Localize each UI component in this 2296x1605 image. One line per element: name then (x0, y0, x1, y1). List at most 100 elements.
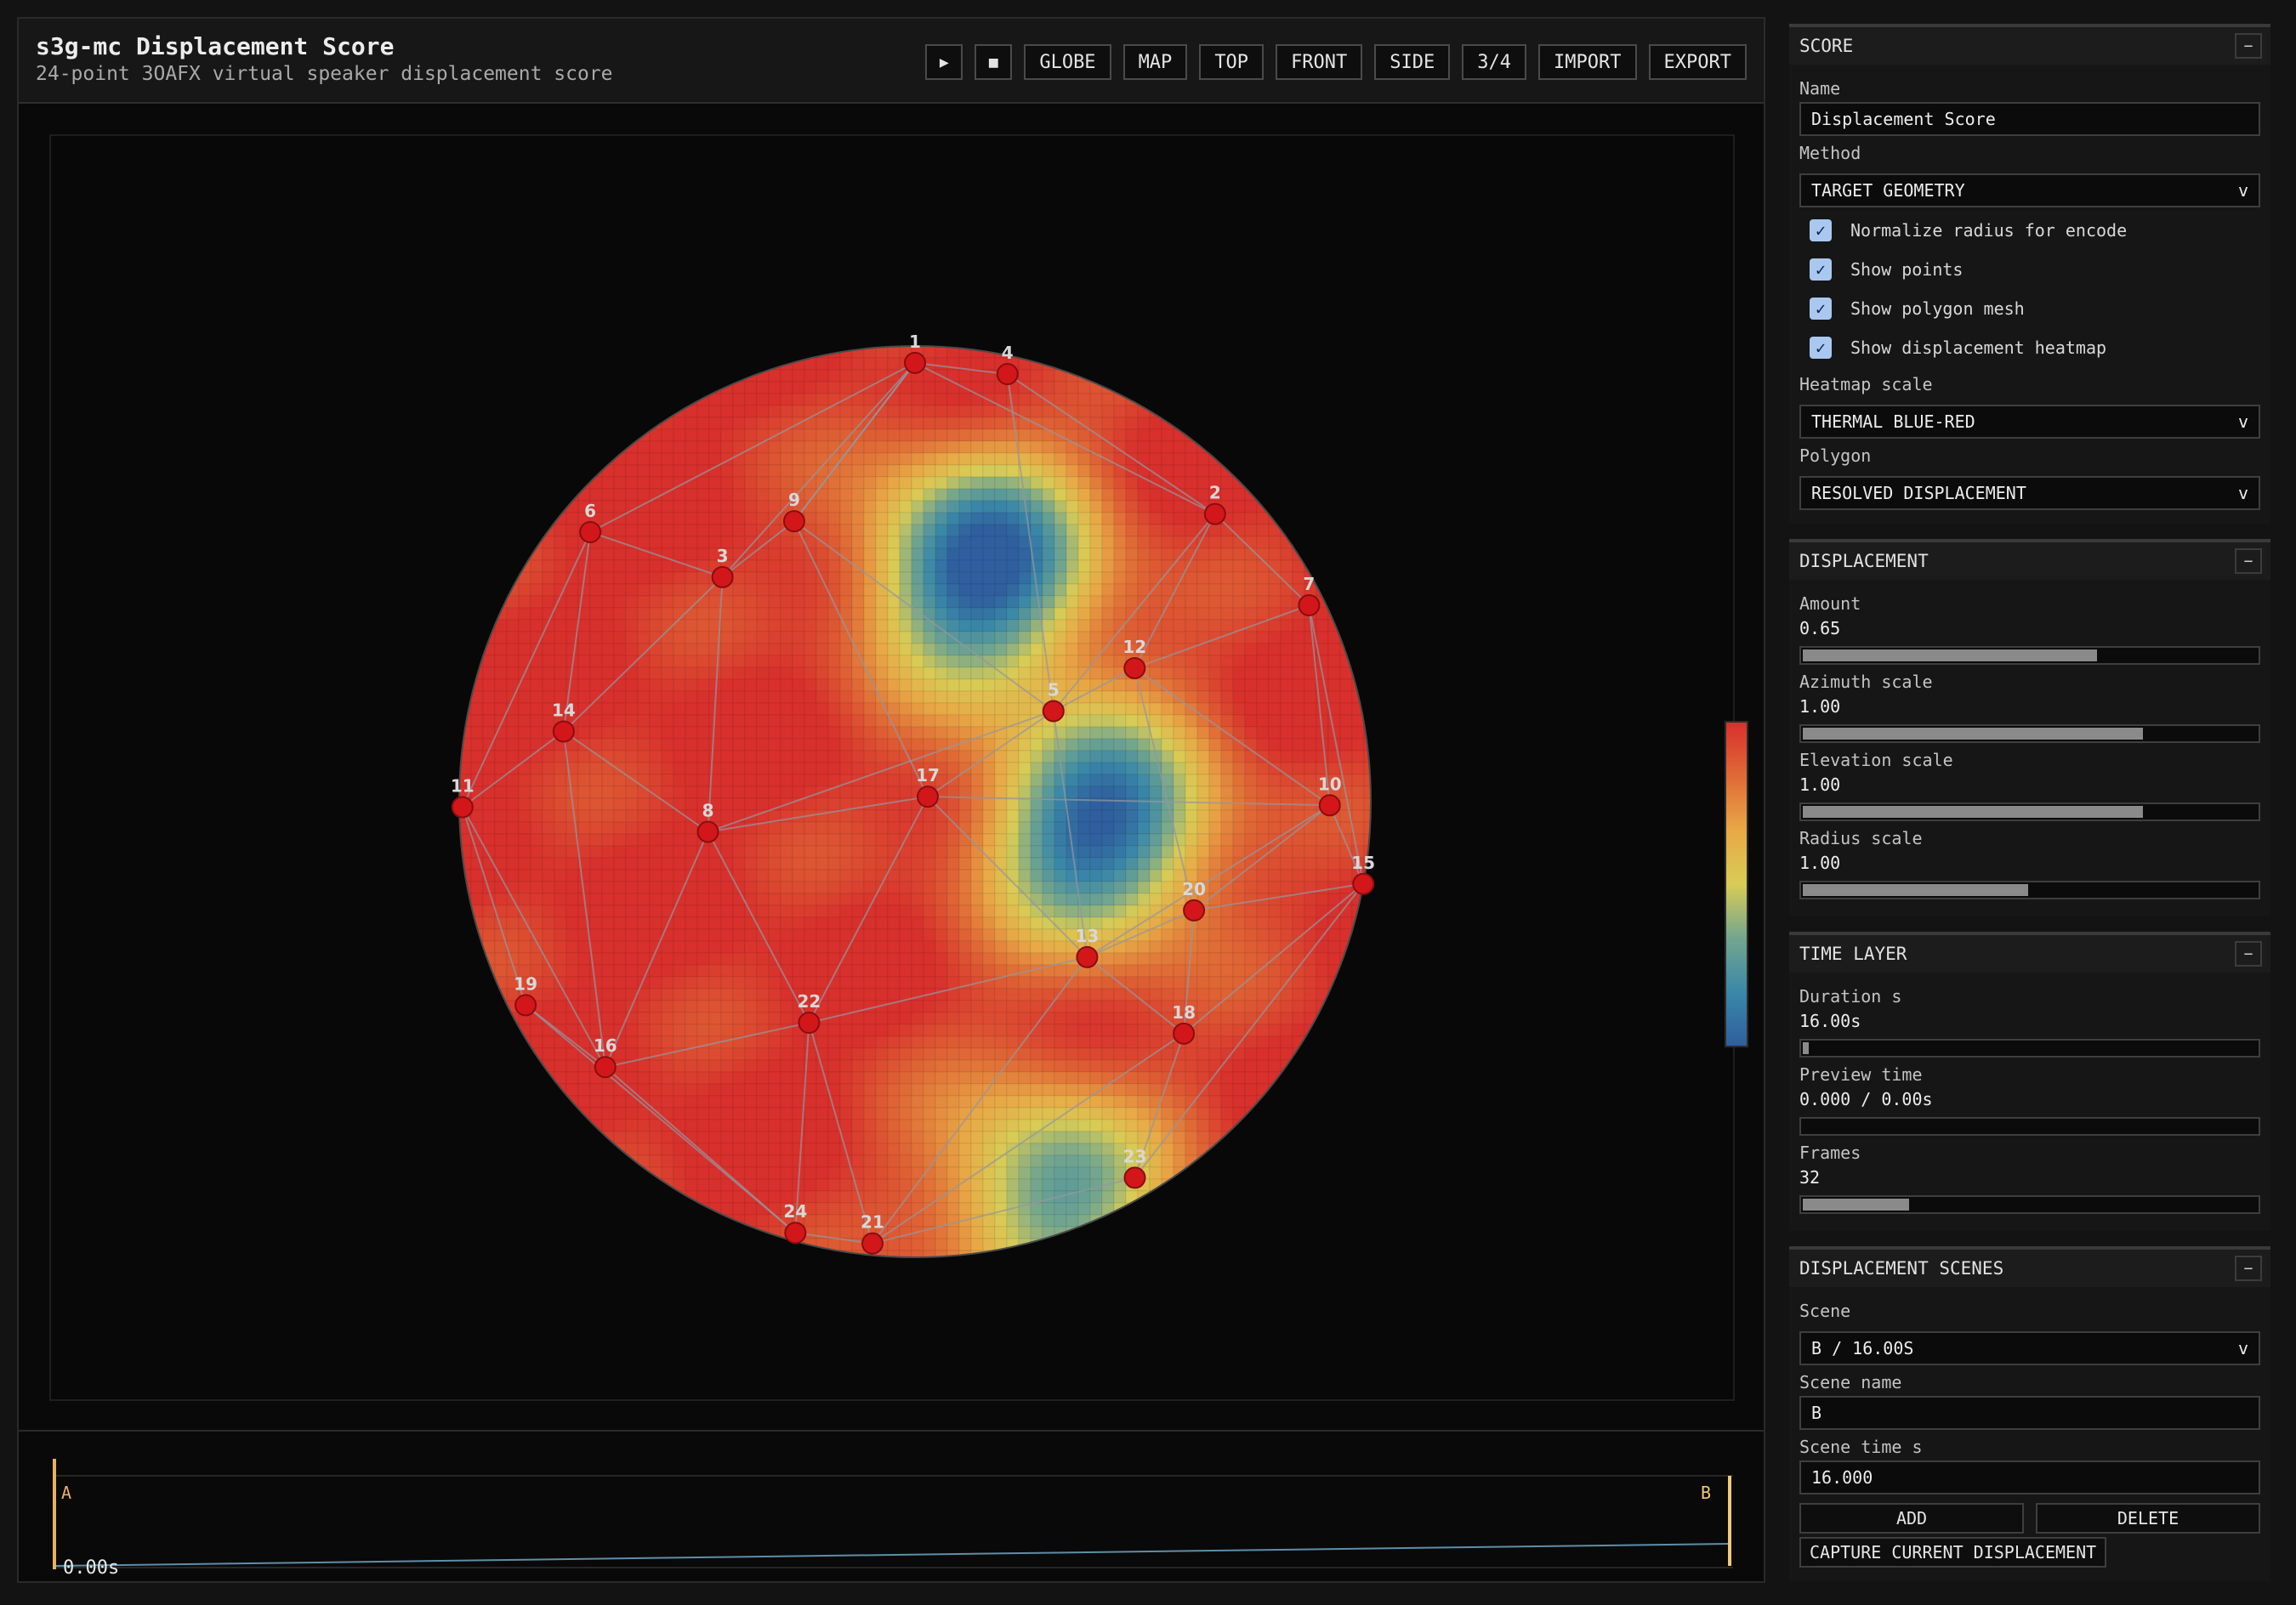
heatmap-cell (1089, 1035, 1103, 1049)
heatmap-cell (732, 619, 746, 632)
heatmap-cell (982, 869, 996, 882)
collapse-score-button[interactable]: − (2235, 33, 2262, 59)
heatmap-cell (744, 869, 758, 882)
speaker-point-8[interactable] (696, 820, 719, 843)
score-section-header[interactable]: SCORE − (1789, 27, 2270, 65)
view-top-button[interactable]: TOP (1199, 44, 1265, 80)
view-side-button[interactable]: SIDE (1374, 44, 1451, 80)
timeline-track[interactable] (53, 1457, 1733, 1569)
show-polygon-mesh-checkbox[interactable]: ✓ Show polygon mesh (1799, 289, 2260, 328)
view-front-button[interactable]: FRONT (1276, 44, 1363, 80)
heatmap-cell (482, 607, 496, 621)
heatmap-cell (923, 869, 936, 882)
speaker-point-17[interactable] (916, 785, 939, 808)
heatmap-cell (1232, 583, 1246, 597)
heatmap-cell (744, 500, 758, 513)
speaker-point-22[interactable] (798, 1012, 821, 1035)
view-map-button[interactable]: MAP (1122, 44, 1188, 80)
speaker-point-10[interactable] (1318, 794, 1341, 817)
heatmap-cell (708, 1047, 722, 1061)
heatmap-cell (1316, 750, 1329, 763)
heatmap-cell (685, 964, 698, 978)
heatmap-cell (577, 964, 591, 978)
heatmap-cell (470, 881, 484, 894)
show-points-checkbox[interactable]: ✓ Show points (1799, 250, 2260, 289)
heatmap-cell (935, 857, 948, 871)
play-button[interactable]: ▶ (925, 44, 963, 80)
heatmap-cell (875, 631, 889, 644)
speaker-point-7[interactable] (1298, 593, 1321, 616)
heatmap-cell (565, 1083, 579, 1097)
heatmap-scale-select[interactable]: THERMAL BLUE-RED v (1799, 405, 2260, 439)
speaker-point-13[interactable] (1076, 945, 1099, 968)
heatmap-cell (589, 785, 603, 799)
view-globe-button[interactable]: GLOBE (1024, 44, 1111, 80)
heatmap-cell (1137, 1059, 1151, 1073)
speaker-point-18[interactable] (1173, 1022, 1196, 1045)
speaker-point-20[interactable] (1183, 899, 1206, 922)
heatmap-cell (625, 881, 639, 894)
amount-slider[interactable] (1799, 646, 2260, 665)
heatmap-cell (923, 1047, 936, 1061)
stop-button[interactable]: ■ (975, 44, 1013, 80)
heatmap-cell (1125, 440, 1139, 454)
heatmap-cell (1125, 893, 1139, 906)
displacement-section-header[interactable]: DISPLACEMENT − (1789, 542, 2270, 580)
heatmap-cell (637, 440, 651, 454)
speaker-point-5[interactable] (1042, 700, 1065, 723)
heatmap-cell (1066, 393, 1079, 406)
heatmap-cell (1208, 536, 1222, 549)
heatmap-cell (1030, 785, 1043, 799)
heatmap-cell (946, 643, 960, 656)
heatmap-cell (625, 869, 639, 882)
speaker-point-4[interactable] (996, 363, 1019, 386)
heatmap-cell (899, 559, 912, 573)
heatmap-cell (935, 928, 948, 942)
speaker-point-23[interactable] (1123, 1166, 1146, 1189)
heatmap-cell (1089, 583, 1103, 597)
heatmap-cell (1054, 512, 1067, 525)
speaker-globe-plot[interactable]: 123456789101112131415161718192021222324 (51, 136, 1736, 1403)
speaker-point-12[interactable] (1123, 656, 1146, 679)
speaker-point-6[interactable] (579, 520, 602, 543)
speaker-point-1[interactable] (904, 351, 926, 374)
scene-timeline[interactable]: A B (53, 1457, 1733, 1569)
view-three-quarter-button[interactable]: 3/4 (1462, 44, 1527, 80)
heatmap-cell (756, 524, 770, 537)
globe-viewport[interactable]: 1 2 3 4 5 6 7 8 9 10 11 12 13 14 15 16 17 18 19 20 21 22 23 24 (49, 134, 1748, 1403)
collapse-displacement-button[interactable]: − (2235, 548, 2262, 574)
heatmap-cell (899, 928, 912, 942)
method-select[interactable]: TARGET GEOMETRY v (1799, 173, 2260, 207)
heatmap-cell (744, 1000, 758, 1013)
heatmap-cell (804, 928, 817, 942)
heatmap-cell (1327, 845, 1341, 859)
speaker-point-15[interactable] (1352, 872, 1375, 895)
heatmap-cell (470, 869, 484, 882)
speaker-point-11[interactable] (451, 796, 474, 819)
speaker-point-9[interactable] (782, 510, 805, 533)
heatmap-cell (554, 905, 567, 918)
speaker-point-19[interactable] (514, 994, 537, 1017)
speaker-point-24[interactable] (784, 1222, 807, 1245)
heatmap-cell (613, 988, 627, 1001)
polygon-select[interactable]: RESOLVED DISPLACEMENT v (1799, 476, 2260, 510)
speaker-point-3[interactable] (711, 565, 734, 588)
show-heatmap-checkbox[interactable]: ✓ Show displacement heatmap (1799, 328, 2260, 367)
heatmap-cell (780, 595, 793, 609)
heatmap-cell (1173, 655, 1186, 668)
speaker-point-16[interactable] (594, 1056, 617, 1079)
heatmap-cell (661, 833, 674, 847)
speaker-point-21[interactable] (861, 1232, 884, 1255)
score-name-input[interactable] (1799, 102, 2260, 136)
heatmap-cell (946, 1035, 960, 1049)
speaker-point-2[interactable] (1203, 502, 1226, 525)
heatmap-cell (720, 714, 734, 728)
import-button[interactable]: IMPORT (1538, 44, 1637, 80)
export-button[interactable]: EXPORT (1648, 44, 1747, 80)
normalize-radius-checkbox[interactable]: ✓ Normalize radius for encode (1799, 211, 2260, 250)
heatmap-cell (1268, 916, 1282, 930)
heatmap-cell (732, 428, 746, 442)
heatmap-cell (756, 893, 770, 906)
heatmap-cell (875, 1154, 889, 1168)
speaker-point-14[interactable] (552, 720, 575, 743)
